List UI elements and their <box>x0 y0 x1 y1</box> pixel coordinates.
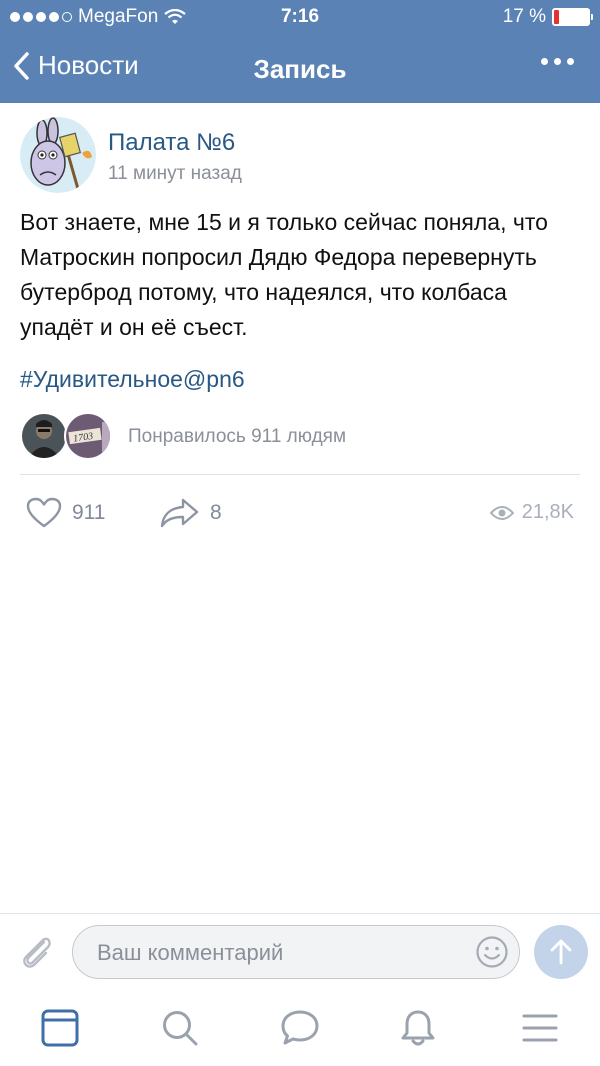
author-avatar[interactable] <box>20 117 96 193</box>
attach-button[interactable] <box>18 932 54 975</box>
battery-status: 17 % <box>502 6 593 28</box>
divider <box>20 474 580 475</box>
tab-search[interactable] <box>160 1008 200 1048</box>
comment-composer <box>0 913 600 991</box>
comment-input[interactable] <box>95 926 459 980</box>
donkey-avatar-icon <box>20 117 96 193</box>
post-actions: 911 8 21,8K <box>0 491 600 537</box>
send-button[interactable] <box>534 925 588 979</box>
share-count: 8 <box>210 501 222 524</box>
arrow-up-icon <box>550 939 572 965</box>
like-button[interactable]: 911 <box>26 497 105 529</box>
post-text: Вот знаете, мне 15 и я только сейчас пон… <box>20 209 548 340</box>
emoji-button[interactable] <box>475 935 509 974</box>
back-label: Новости <box>38 50 139 80</box>
heart-icon <box>26 497 62 528</box>
post-author-header: Палата №6 11 минут назад <box>20 117 580 197</box>
battery-percent: 17 % <box>502 6 546 27</box>
back-button[interactable]: Новости <box>12 50 139 81</box>
share-arrow-icon <box>160 498 199 528</box>
top-bar: MegaFon 7:16 17 % Новости Запись <box>0 0 600 103</box>
news-feed-icon <box>41 1009 79 1047</box>
hashtag-link[interactable]: #Удивительное@pn6 <box>20 366 245 393</box>
views-count: 21,8K <box>521 501 574 523</box>
search-icon <box>163 1011 198 1046</box>
tab-messages[interactable] <box>280 1008 320 1048</box>
eye-icon <box>489 505 514 520</box>
chevron-left-icon <box>14 51 29 80</box>
tab-news[interactable] <box>40 1008 80 1048</box>
smiley-icon <box>476 936 508 968</box>
more-options-button[interactable] <box>541 58 574 65</box>
tab-bar <box>0 990 600 1066</box>
bell-icon <box>401 1010 435 1046</box>
liker-avatar: 1703 <box>64 412 112 460</box>
battery-icon <box>552 8 593 26</box>
tab-notifications[interactable] <box>398 1008 438 1048</box>
navigation-bar: Новости Запись <box>0 36 600 103</box>
status-bar: MegaFon 7:16 17 % <box>0 0 600 36</box>
hamburger-menu-icon <box>522 1014 558 1042</box>
liked-by-text: Понравилось 911 людям <box>128 426 347 447</box>
share-button[interactable]: 8 <box>160 497 222 529</box>
liker-avatar <box>20 412 68 460</box>
like-count: 911 <box>72 501 106 524</box>
post-timestamp: 11 минут назад <box>108 163 242 184</box>
chat-bubble-icon <box>281 1010 319 1045</box>
views-counter: 21,8K <box>489 501 574 524</box>
liked-by-row[interactable]: 1703 Понравилось 911 людям <box>20 412 580 462</box>
tab-menu[interactable] <box>520 1008 560 1048</box>
author-name-link[interactable]: Палата №6 <box>108 129 235 157</box>
more-dot-icon <box>541 58 548 65</box>
comment-input-wrapper <box>72 925 520 980</box>
paperclip-icon <box>23 937 51 968</box>
